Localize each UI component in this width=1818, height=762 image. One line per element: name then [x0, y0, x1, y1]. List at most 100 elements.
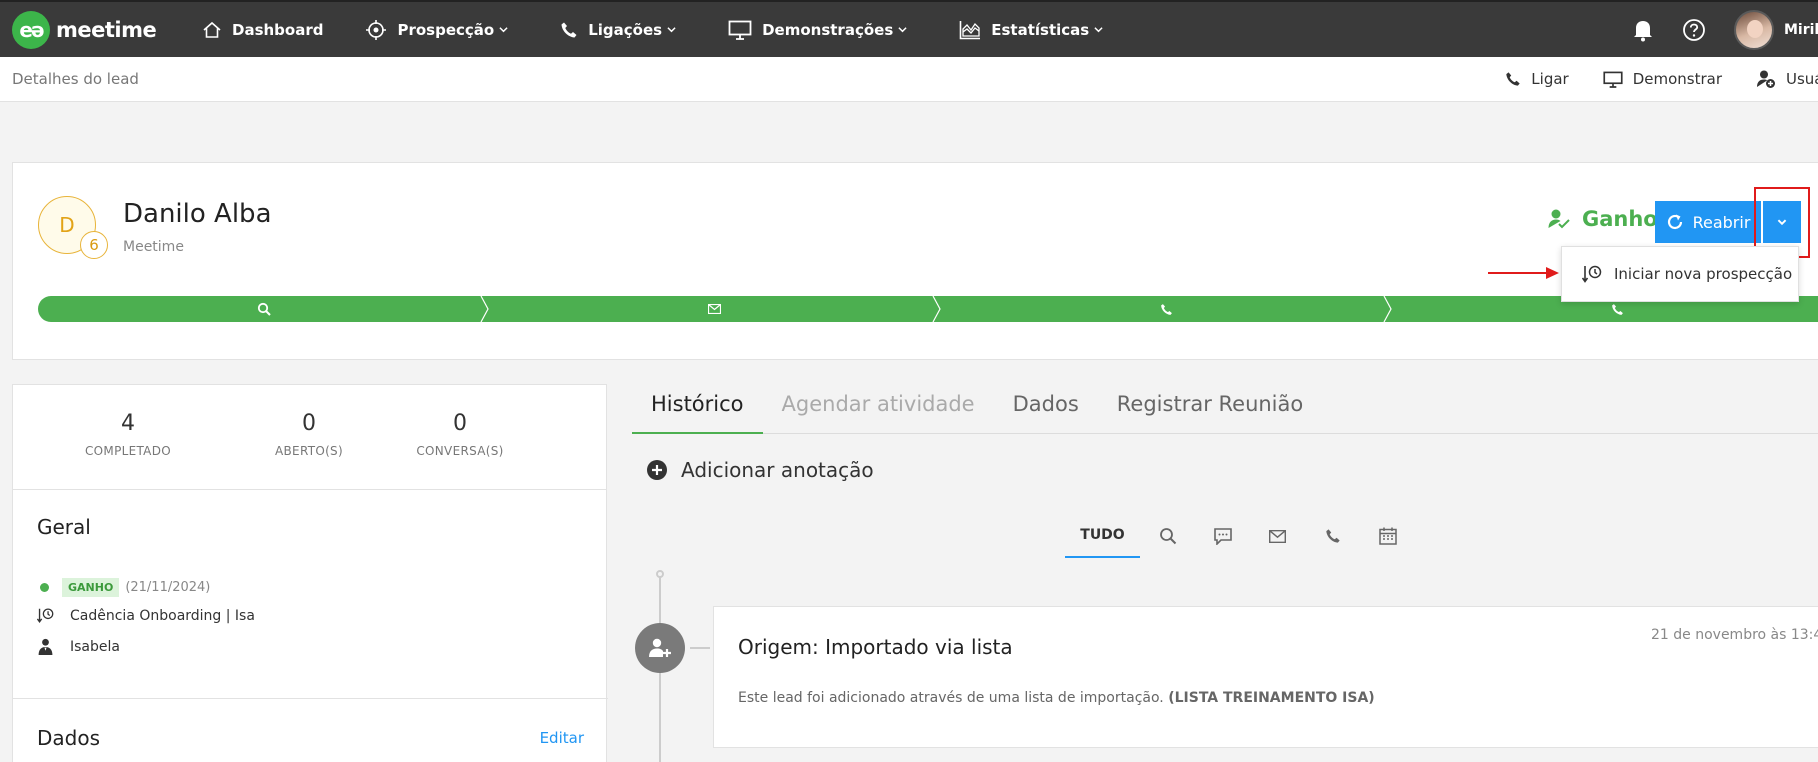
progress-step-email: [489, 296, 941, 322]
event-description-text: Este lead foi adicionado através de uma …: [738, 690, 1164, 706]
stat-label: COMPLETADO: [85, 444, 171, 458]
edit-data-link[interactable]: Editar: [540, 729, 584, 747]
chevron-down-icon: [667, 27, 676, 33]
lead-tabs: Histórico Agendar atividade Dados Regist…: [632, 384, 1818, 434]
brand-logo: eə: [12, 10, 50, 49]
stat-value: 4: [121, 411, 135, 436]
chevron-down-icon: [898, 27, 907, 33]
lead-summary-panel: 4 COMPLETADO 0 ABERTO(S) 0 CONVERSA(S) G…: [12, 384, 608, 762]
owner-name: Isabela: [70, 638, 120, 655]
stat-value: 0: [453, 411, 467, 436]
chart-icon: [959, 20, 981, 39]
lead-name: Danilo Alba: [123, 199, 272, 229]
bell-icon: [1634, 20, 1652, 41]
status-label: Ganho: [1582, 207, 1658, 231]
phone-icon: [561, 22, 577, 37]
help-button[interactable]: [1682, 18, 1706, 42]
tab-dados[interactable]: Dados: [994, 384, 1098, 434]
reopen-button-label: Reabrir: [1692, 212, 1751, 232]
progress-step-call: [940, 296, 1392, 322]
status-badge: GANHO: [62, 578, 120, 597]
topbar-right: Mirih: [1632, 2, 1818, 57]
user-name[interactable]: Mirih: [1784, 22, 1818, 38]
nav-item-estatisticas[interactable]: Estatísticas: [959, 2, 1113, 57]
timeline-node: [635, 623, 685, 673]
filter-comments[interactable]: [1195, 527, 1250, 545]
activity-stats: 4 COMPLETADO 0 ABERTO(S) 0 CONVERSA(S): [13, 385, 606, 490]
plus-circle-icon: [647, 460, 667, 480]
cadence-restart-icon: [1582, 265, 1602, 283]
nav-item-prospeccao[interactable]: Prospecção: [365, 2, 518, 57]
event-description: Este lead foi adicionado através de uma …: [738, 690, 1375, 706]
lead-header-card: D 6 Danilo Alba Meetime Ganho Reabrir: [12, 162, 1818, 360]
status-date: (21/11/2024): [125, 580, 211, 595]
tab-historico[interactable]: Histórico: [632, 384, 763, 434]
sub-header-actions: Ligar Demonstrar Usuá: [1505, 57, 1818, 101]
reopen-options-dropdown-button[interactable]: [1763, 201, 1801, 243]
filter-search[interactable]: [1140, 527, 1195, 545]
nav-item-demonstracoes[interactable]: Demonstrações: [728, 2, 917, 57]
filter-meetings[interactable]: [1360, 527, 1415, 545]
info-row-status: GANHO (21/11/2024): [37, 578, 210, 597]
chevron-down-icon: [1777, 219, 1787, 226]
tab-registrar-reuniao[interactable]: Registrar Reunião: [1098, 384, 1322, 434]
brand-name: meetime: [56, 17, 157, 42]
demonstrate-button[interactable]: Demonstrar: [1603, 70, 1722, 88]
section-title-general: Geral: [37, 515, 91, 539]
stat-completed: 4 COMPLETADO: [13, 411, 243, 489]
event-title: Origem: Importado via lista: [738, 635, 1013, 659]
chevron-down-icon: [499, 27, 508, 33]
cadence-progress-bar: [38, 296, 1818, 322]
user-check-icon: [1548, 209, 1570, 229]
stat-open: 0 ABERTO(S): [243, 411, 375, 489]
add-note-label: Adicionar anotação: [681, 458, 874, 482]
stat-conversations: 0 CONVERSA(S): [375, 411, 545, 489]
event-list-name: (LISTA TREINAMENTO ISA): [1168, 690, 1375, 706]
help-icon: [1683, 18, 1705, 41]
owner-icon: [38, 638, 53, 655]
notifications-button[interactable]: [1632, 18, 1654, 42]
history-event-card: Origem: Importado via lista 21 de novemb…: [713, 606, 1818, 748]
annotation-arrow-icon: [1488, 267, 1559, 279]
call-button[interactable]: Ligar: [1505, 70, 1569, 88]
nav-item-dashboard[interactable]: Dashboard: [202, 2, 323, 57]
demonstrate-button-label: Demonstrar: [1632, 70, 1722, 88]
monitor-icon: [728, 20, 752, 40]
lead-count-badge: 6: [80, 231, 108, 259]
stat-value: 0: [302, 411, 316, 436]
phone-icon: [1160, 303, 1172, 315]
event-date: 21 de novembro às 13:49: [1651, 627, 1818, 643]
mail-icon: [1269, 529, 1286, 543]
add-user-button-label: Usuá: [1786, 70, 1818, 88]
reopen-button[interactable]: Reabrir: [1655, 201, 1761, 243]
top-navigation-bar: eə meetime Dashboard Prospecção Ligações…: [0, 0, 1818, 57]
refresh-icon: [1667, 214, 1682, 230]
info-row-owner: Isabela: [37, 638, 120, 655]
info-row-cadence[interactable]: Cadência Onboarding | Isa: [37, 607, 255, 624]
filter-all[interactable]: TUDO: [1065, 514, 1140, 558]
add-user-button[interactable]: Usuá: [1756, 69, 1818, 89]
user-avatar[interactable]: [1734, 9, 1774, 50]
filter-email[interactable]: [1250, 529, 1305, 543]
filter-calls[interactable]: [1305, 528, 1360, 544]
search-icon: [257, 302, 271, 316]
monitor-icon: [1603, 71, 1623, 88]
tab-agendar-atividade[interactable]: Agendar atividade: [763, 384, 994, 434]
nav-item-label: Dashboard: [232, 20, 324, 39]
phone-icon: [1506, 72, 1520, 86]
menu-item-start-new-prospecting[interactable]: Iniciar nova prospecção: [1561, 246, 1799, 302]
calendar-icon: [1378, 527, 1397, 545]
nav-item-label: Demonstrações: [762, 20, 894, 39]
brand[interactable]: eə meetime: [12, 10, 202, 49]
home-icon: [203, 21, 221, 38]
progress-step-search: [38, 296, 490, 322]
nav-item-ligacoes[interactable]: Ligações: [560, 2, 686, 57]
divider: [13, 698, 608, 699]
lead-company: Meetime: [123, 239, 184, 255]
nav-item-label: Estatísticas: [991, 20, 1090, 39]
add-note-button[interactable]: Adicionar anotação: [647, 458, 874, 482]
crosshair-icon: [366, 19, 387, 40]
cadence-name: Cadência Onboarding | Isa: [70, 607, 255, 624]
phone-icon: [1611, 303, 1623, 315]
menu-item-label: Iniciar nova prospecção: [1614, 265, 1793, 283]
